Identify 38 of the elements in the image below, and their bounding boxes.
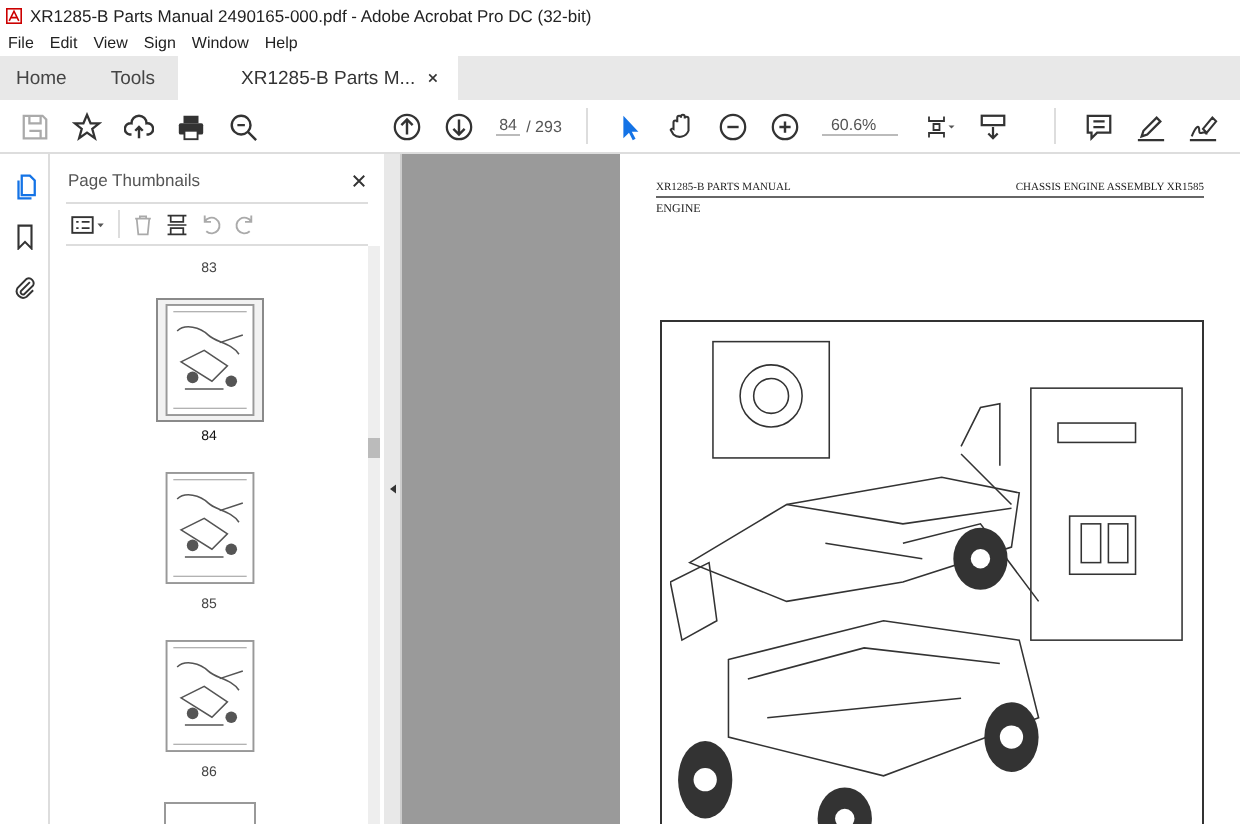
page-number-field[interactable]: 84 [495,116,521,136]
pdf-file-icon [6,8,22,24]
fit-page-icon[interactable] [926,111,957,141]
menu-item[interactable]: Help [264,33,298,51]
comment-icon[interactable] [1084,111,1114,141]
window-title: XR1285-B Parts Manual 2490165-000.pdf - Adobe Acrobat Pro DC (32-bit) [30,6,592,26]
next-page-icon[interactable] [443,111,474,141]
zoom-in-icon[interactable] [770,111,801,141]
zoom-out-icon[interactable] [718,111,749,141]
insert-page-icon[interactable] [166,213,188,235]
options-menu-icon[interactable] [70,213,106,235]
close-icon[interactable] [352,173,366,187]
page-thumbnail[interactable] [155,298,263,422]
scroll-mode-icon[interactable] [978,111,1009,141]
pen-icon[interactable] [1136,111,1166,141]
pages-icon[interactable] [11,174,37,200]
zoom-dropdown[interactable]: 60.6% [822,116,899,136]
menu-item[interactable]: Edit [49,33,78,51]
search-icon[interactable] [228,111,258,141]
scrollbar[interactable] [368,246,380,824]
tab[interactable]: Home [0,56,89,100]
collapse-arrow-icon[interactable] [389,484,395,494]
tab[interactable]: XR1285-B Parts M... [177,56,458,100]
previous-page-icon[interactable] [391,111,422,141]
menu-item[interactable]: View [93,33,128,51]
menu-item[interactable]: Window [191,33,249,51]
print-icon[interactable] [176,111,206,141]
star-icon[interactable] [72,111,102,141]
menu-item[interactable]: File [8,33,34,51]
sign-icon[interactable] [1188,111,1218,141]
paperclip-icon[interactable] [11,274,37,300]
menu-item[interactable]: Sign [143,33,176,51]
cloud-upload-icon[interactable] [124,111,154,141]
close-icon[interactable] [427,72,438,84]
panel-title: Page Thumbnails [68,170,200,190]
bookmark-icon[interactable] [11,224,37,250]
tab[interactable]: Tools [88,56,178,100]
page-total: / 293 [526,117,562,135]
